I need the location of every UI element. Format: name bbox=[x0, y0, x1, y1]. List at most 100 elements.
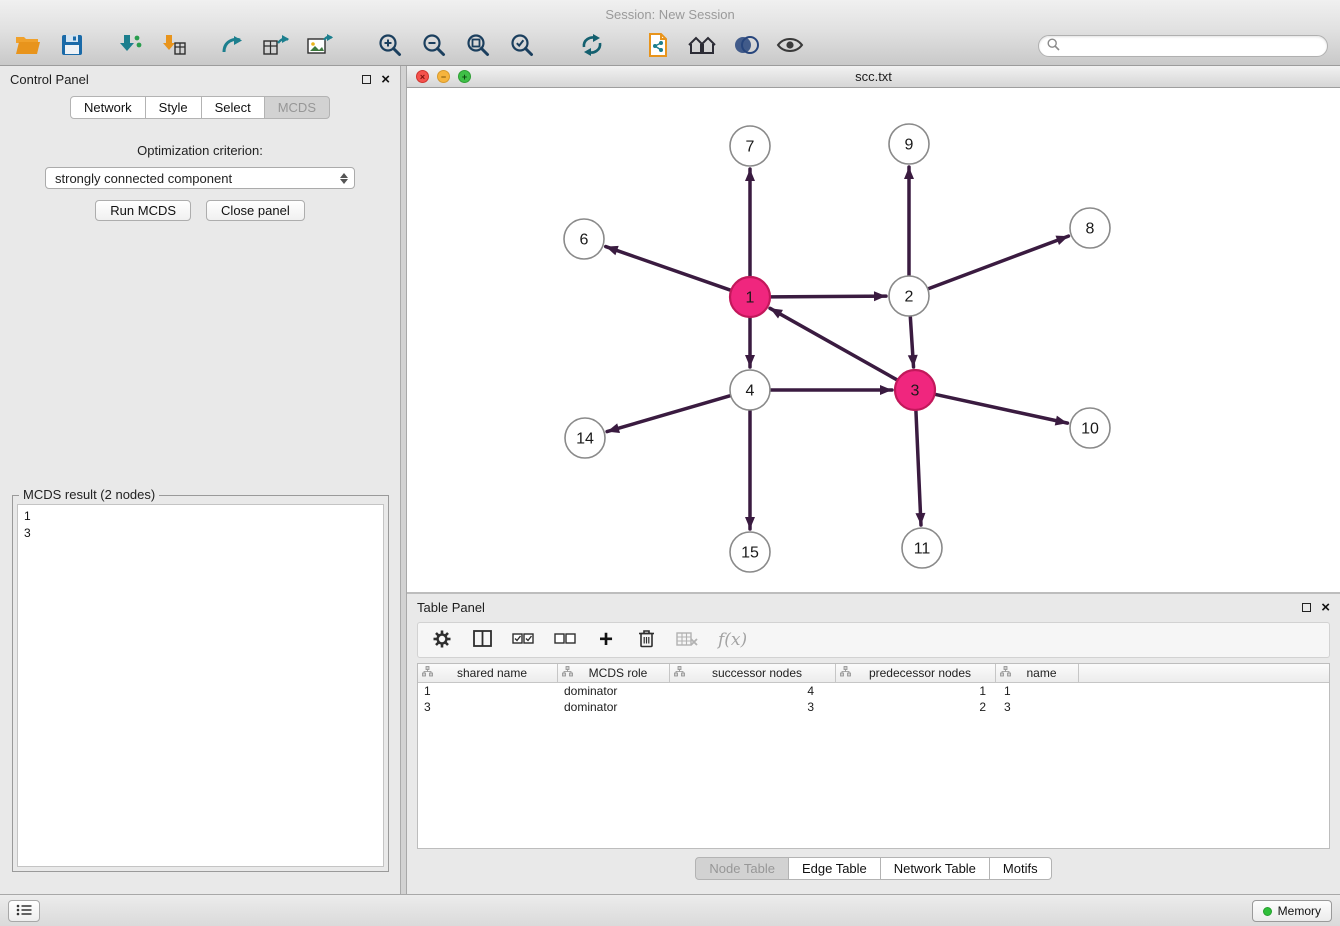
graph-node-label-1: 1 bbox=[746, 290, 755, 307]
home-button[interactable] bbox=[684, 32, 720, 62]
control-panel-tabs: NetworkStyleSelectMCDS bbox=[0, 96, 400, 119]
node-table[interactable]: shared nameMCDS rolesuccessor nodes prede… bbox=[417, 663, 1330, 849]
table-panel: Table Panel × + f(x) shared nameMCDS rol… bbox=[407, 594, 1340, 894]
table-cell: 3 bbox=[670, 699, 836, 715]
graph-node-label-15: 15 bbox=[741, 545, 759, 562]
control-panel: Control Panel × NetworkStyleSelectMCDS O… bbox=[0, 66, 401, 894]
window-titlebar: Session: New Session bbox=[0, 0, 1340, 28]
close-window-icon[interactable]: × bbox=[416, 70, 429, 83]
column-label: predecessor nodes bbox=[851, 666, 995, 680]
column-header-shared-name[interactable]: shared name bbox=[418, 664, 558, 682]
list-icon bbox=[16, 903, 32, 919]
home-icon bbox=[687, 34, 717, 59]
table-row[interactable]: 3dominator323 bbox=[418, 699, 1329, 715]
column-header-successor-nodes[interactable]: successor nodes bbox=[670, 664, 836, 682]
zoom-out-button[interactable] bbox=[416, 32, 452, 62]
gear-icon bbox=[432, 629, 452, 652]
network-window-title: scc.txt bbox=[407, 69, 1340, 84]
tab-edge-table[interactable]: Edge Table bbox=[788, 857, 881, 880]
mcds-result-title: MCDS result (2 nodes) bbox=[19, 487, 159, 502]
split-view-icon bbox=[473, 630, 492, 650]
apply-layout-button[interactable] bbox=[574, 32, 610, 62]
run-mcds-button[interactable]: Run MCDS bbox=[95, 200, 191, 221]
close-panel-button[interactable]: Close panel bbox=[206, 200, 305, 221]
add-column-button[interactable]: + bbox=[596, 628, 616, 652]
import-table-button[interactable] bbox=[156, 32, 192, 62]
graph-edge-3-11[interactable] bbox=[916, 411, 921, 525]
venn-diagram-button[interactable] bbox=[728, 32, 764, 62]
table-close-panel-icon[interactable]: × bbox=[1321, 600, 1330, 615]
zoom-selected-button[interactable] bbox=[504, 32, 540, 62]
checked-boxes-icon bbox=[512, 633, 534, 648]
network-graph[interactable]: 7968124314101511 bbox=[407, 88, 1340, 591]
close-panel-icon[interactable]: × bbox=[381, 72, 390, 87]
save-icon bbox=[61, 34, 83, 59]
float-panel-icon[interactable] bbox=[362, 75, 371, 84]
minimize-window-icon[interactable]: − bbox=[437, 70, 450, 83]
search-box[interactable] bbox=[1038, 35, 1328, 57]
mcds-result-list[interactable]: 13 bbox=[17, 504, 384, 867]
duplicate-network-button[interactable] bbox=[640, 32, 676, 62]
zoom-fit-button[interactable] bbox=[460, 32, 496, 62]
table-cell: 1 bbox=[996, 683, 1079, 699]
table-float-panel-icon[interactable] bbox=[1302, 603, 1311, 612]
control-panel-title: Control Panel bbox=[10, 72, 362, 87]
tab-network-table[interactable]: Network Table bbox=[880, 857, 990, 880]
graph-edge-3-10[interactable] bbox=[936, 394, 1068, 423]
tab-mcds[interactable]: MCDS bbox=[264, 96, 330, 119]
memory-button[interactable]: Memory bbox=[1252, 900, 1332, 922]
graph-edge-3-1[interactable] bbox=[770, 308, 897, 379]
open-file-button[interactable] bbox=[10, 32, 46, 62]
venn-icon bbox=[733, 34, 759, 59]
graph-node-label-7: 7 bbox=[746, 139, 755, 156]
fx-icon: f(x) bbox=[718, 630, 747, 650]
mcds-result-box: MCDS result (2 nodes) 13 bbox=[12, 495, 389, 872]
column-header-MCDS-role[interactable]: MCDS role bbox=[558, 664, 670, 682]
network-from-table-button[interactable] bbox=[258, 32, 294, 62]
table-cell: 1 bbox=[418, 683, 558, 699]
select-all-button[interactable] bbox=[512, 628, 534, 652]
import-network-button[interactable] bbox=[112, 32, 148, 62]
delete-table-icon bbox=[676, 631, 698, 650]
tab-motifs[interactable]: Motifs bbox=[989, 857, 1052, 880]
tab-network[interactable]: Network bbox=[70, 96, 146, 119]
tab-style[interactable]: Style bbox=[145, 96, 202, 119]
table-panel-title: Table Panel bbox=[417, 600, 1302, 615]
column-tree-icon bbox=[562, 666, 573, 680]
column-header-predecessor-nodes[interactable]: predecessor nodes bbox=[836, 664, 996, 682]
criterion-value: strongly connected component bbox=[55, 171, 340, 186]
image-export-icon bbox=[307, 34, 333, 59]
trash-icon bbox=[638, 629, 655, 651]
table-settings-button[interactable] bbox=[432, 628, 452, 652]
table-cell: 3 bbox=[418, 699, 558, 715]
show-column-button[interactable] bbox=[472, 628, 492, 652]
deselect-all-button[interactable] bbox=[554, 628, 576, 652]
table-row[interactable]: 1dominator411 bbox=[418, 683, 1329, 699]
criterion-dropdown[interactable]: strongly connected component bbox=[45, 167, 355, 189]
graph-edge-1-2[interactable] bbox=[771, 296, 886, 297]
zoom-in-button[interactable] bbox=[372, 32, 408, 62]
column-header-name[interactable]: name bbox=[996, 664, 1079, 682]
column-header-filler bbox=[1079, 664, 1329, 682]
delete-row-button[interactable] bbox=[636, 628, 656, 652]
search-input[interactable] bbox=[1065, 39, 1319, 53]
graph-edge-2-3[interactable] bbox=[910, 317, 913, 367]
graph-node-label-14: 14 bbox=[576, 431, 594, 448]
tab-select[interactable]: Select bbox=[201, 96, 265, 119]
memory-label: Memory bbox=[1278, 904, 1321, 918]
network-window-titlebar: × − + scc.txt bbox=[407, 66, 1340, 88]
task-history-button[interactable] bbox=[8, 900, 40, 922]
export-image-button[interactable] bbox=[302, 32, 338, 62]
maximize-window-icon[interactable]: + bbox=[458, 70, 471, 83]
eye-button[interactable] bbox=[772, 32, 808, 62]
column-label: name bbox=[1011, 666, 1078, 680]
first-neighbors-button[interactable] bbox=[214, 32, 250, 62]
dropdown-stepper-icon bbox=[340, 173, 348, 184]
graph-edge-1-6[interactable] bbox=[606, 247, 730, 290]
graph-edge-4-14[interactable] bbox=[607, 396, 730, 432]
graph-edge-2-8[interactable] bbox=[929, 236, 1069, 289]
network-canvas[interactable]: 7968124314101511 bbox=[407, 88, 1340, 591]
tab-node-table[interactable]: Node Table bbox=[695, 857, 789, 880]
save-session-button[interactable] bbox=[54, 32, 90, 62]
optimization-label: Optimization criterion: bbox=[0, 143, 400, 158]
